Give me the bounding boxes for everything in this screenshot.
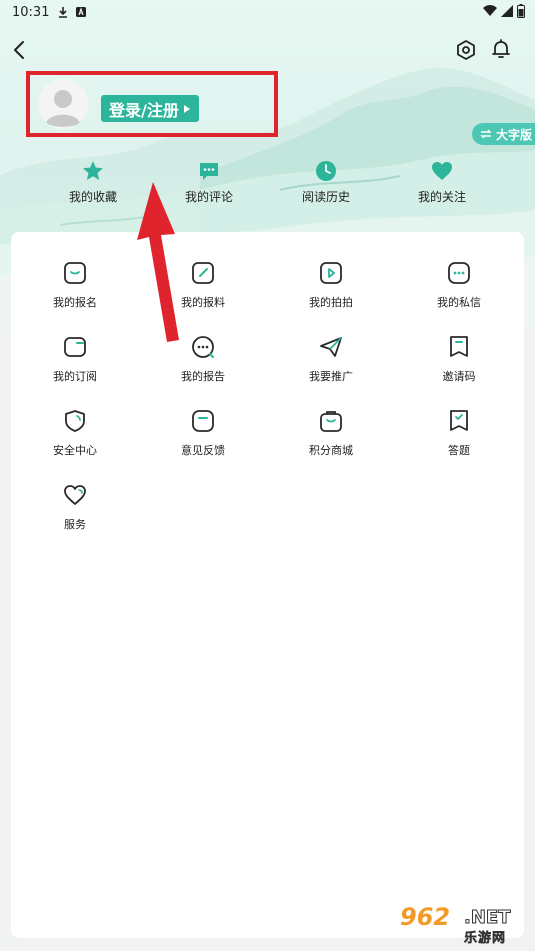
subscribe-icon [64, 337, 86, 357]
status-time: 10:31 [12, 4, 50, 20]
signup-icon [64, 262, 86, 284]
back-arrow-icon[interactable] [8, 38, 32, 62]
menu-item-label: 我要推广 [309, 370, 353, 383]
service-heart-icon [64, 485, 86, 505]
feedback-icon [192, 410, 214, 432]
menu-item-label: 我的报告 [181, 370, 225, 383]
top-navigation [0, 34, 535, 66]
send-icon [320, 337, 342, 357]
swap-icon [480, 129, 492, 139]
quick-links-row: 我的收藏 我的评论 阅读历史 我的关注 [0, 160, 535, 210]
signal-icon [501, 5, 513, 17]
menu-item-promote[interactable]: 我要推广 [267, 334, 395, 384]
profile-highlight-box: 登录/注册 [26, 71, 278, 137]
settings-icon[interactable] [454, 38, 478, 62]
message-icon [448, 262, 470, 284]
caret-right-icon [183, 104, 190, 113]
menu-item-label: 我的私信 [437, 296, 481, 309]
wifi-icon [483, 5, 497, 16]
menu-item-label: 答题 [448, 444, 470, 457]
quick-link-favorites[interactable]: 我的收藏 [43, 160, 143, 205]
menu-item-security-center[interactable]: 安全中心 [11, 408, 139, 458]
menu-item-points-mall[interactable]: 积分商城 [267, 408, 395, 458]
menu-item-feedback[interactable]: 意见反馈 [139, 408, 267, 458]
quick-link-label: 阅读历史 [301, 190, 350, 204]
login-register-button[interactable]: 登录/注册 [101, 95, 199, 122]
star-icon [83, 161, 103, 180]
quick-link-following[interactable]: 我的关注 [392, 160, 492, 205]
avatar[interactable] [38, 79, 88, 129]
battery-icon [517, 4, 525, 18]
quick-link-history[interactable]: 阅读历史 [276, 160, 376, 205]
video-icon [320, 262, 342, 284]
menu-item-label: 我的报名 [53, 296, 97, 309]
menu-item-quiz[interactable]: 答题 [395, 408, 523, 458]
menu-item-label: 服务 [64, 518, 86, 531]
menu-item-label: 积分商城 [309, 444, 353, 457]
big-font-toggle[interactable]: 大字版 [472, 123, 535, 145]
bell-icon[interactable] [489, 37, 513, 61]
watermark-cn: 乐游网 [464, 931, 507, 947]
watermark-number: 962 [400, 903, 451, 931]
status-bar: 10:31 [0, 0, 535, 24]
default-avatar-icon [38, 79, 88, 129]
menu-item-invite-code[interactable]: 邀请码 [395, 334, 523, 384]
comment-icon [200, 163, 218, 180]
quick-link-label: 我的收藏 [68, 190, 117, 204]
menu-item-messages[interactable]: 我的私信 [395, 260, 523, 310]
menu-item-signup[interactable]: 我的报名 [11, 260, 139, 310]
login-register-label: 登录/注册 [109, 100, 179, 120]
mall-icon [320, 411, 342, 432]
invite-code-icon [450, 336, 468, 357]
watermark-domain: .NET [463, 907, 511, 929]
menu-item-subscriptions[interactable]: 我的订阅 [11, 334, 139, 384]
menu-item-label: 我的拍拍 [309, 296, 353, 309]
status-indicators [483, 4, 525, 18]
menu-item-videos[interactable]: 我的拍拍 [267, 260, 395, 310]
menu-item-label: 我的订阅 [53, 370, 97, 383]
download-icon [59, 7, 68, 18]
big-font-label: 大字版 [496, 127, 533, 142]
menu-item-services[interactable]: 服务 [11, 482, 139, 532]
heart-icon [432, 162, 452, 180]
quiz-icon [450, 410, 468, 431]
menu-item-label: 意见反馈 [181, 444, 225, 457]
clock-icon [316, 161, 336, 181]
quick-link-label: 我的关注 [417, 190, 466, 204]
watermark-logo: 962 .NET 乐游网 [396, 901, 531, 947]
menu-item-label: 邀请码 [442, 370, 476, 383]
shield-icon [65, 410, 85, 432]
notification-a-icon [76, 7, 87, 17]
red-annotation-arrow [137, 182, 179, 342]
menu-card: 我的报名 我的报料 我的拍拍 我的私信 我的订阅 我的报告 我要推广 邀请码 安… [11, 232, 524, 938]
menu-item-label: 安全中心 [53, 444, 97, 457]
